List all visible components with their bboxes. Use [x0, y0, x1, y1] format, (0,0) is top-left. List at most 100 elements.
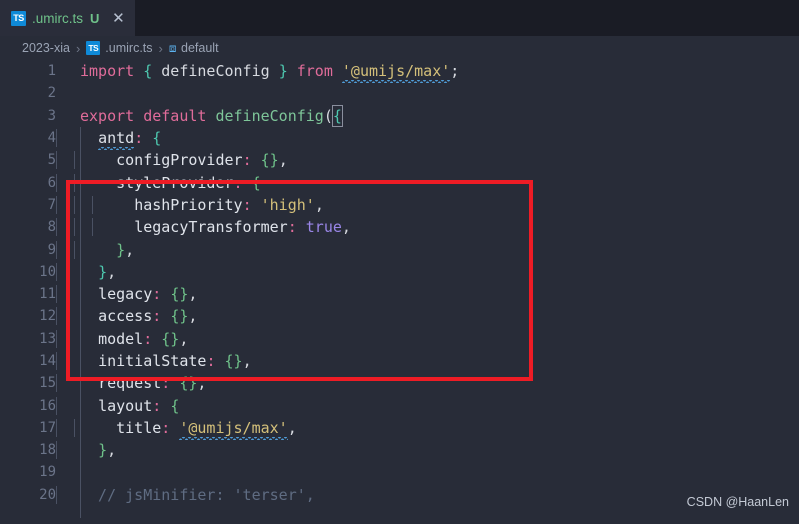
- breadcrumb-separator: ›: [158, 40, 163, 56]
- code-line[interactable]: 6 styleProvider: {: [0, 171, 799, 193]
- symbol-icon: ⧈: [168, 40, 177, 55]
- close-icon[interactable]: ✕: [110, 10, 126, 26]
- indent-guide: [56, 307, 57, 326]
- indent-guide: [56, 195, 57, 214]
- breadcrumb-item-file[interactable]: TS .umirc.ts: [86, 41, 153, 55]
- code-token: true: [305, 218, 342, 237]
- line-number: 2: [47, 85, 56, 102]
- code-token: model: [98, 329, 144, 348]
- breadcrumb-item-symbol[interactable]: ⧈ default: [169, 41, 219, 56]
- code-line[interactable]: 19: [0, 461, 799, 483]
- line-content: legacyTransformer: true,: [56, 218, 799, 237]
- code-line[interactable]: 13 model: {},: [0, 328, 799, 350]
- indent-guide: [56, 329, 57, 348]
- line-number: 4: [47, 130, 56, 147]
- code-token: access: [98, 307, 153, 326]
- code-token: {}: [179, 374, 198, 393]
- line-number: 20: [39, 486, 56, 503]
- code-editor[interactable]: 1 import { defineConfig } from '@umijs/ma…: [0, 60, 799, 524]
- code-token: ,: [188, 307, 198, 326]
- code-line[interactable]: 9 },: [0, 238, 799, 260]
- code-token: {: [170, 396, 180, 415]
- code-line[interactable]: 20 // jsMinifier: 'terser',: [0, 484, 799, 506]
- code-token: :: [161, 418, 171, 437]
- code-line[interactable]: 16 layout: {: [0, 394, 799, 416]
- line-content: },: [56, 262, 799, 281]
- line-number: 3: [47, 107, 56, 124]
- indent-guide: [56, 285, 57, 304]
- line-content: layout: {: [56, 396, 799, 415]
- editor-bottom-partial-line: [0, 518, 799, 524]
- code-line[interactable]: 18 },: [0, 439, 799, 461]
- code-token: ,: [125, 240, 135, 259]
- line-content: },: [56, 240, 799, 259]
- git-status-badge: U: [90, 10, 100, 26]
- code-line[interactable]: 8 legacyTransformer: true,: [0, 216, 799, 238]
- code-token: '@umijs/max': [341, 62, 451, 81]
- code-token: defineConfig: [161, 62, 270, 81]
- code-line[interactable]: 2: [0, 82, 799, 104]
- line-number: 1: [47, 63, 56, 80]
- editor-tab-umirc-ts[interactable]: TS .umirc.ts U ✕: [0, 0, 136, 36]
- line-number: 12: [39, 308, 56, 325]
- code-line[interactable]: 4 antd: {: [0, 127, 799, 149]
- code-token: configProvider: [116, 151, 243, 170]
- indent-guide: [74, 173, 76, 192]
- code-token: ,: [341, 218, 351, 237]
- breadcrumb-folder-label: 2023-xia: [22, 41, 70, 55]
- code-token: {: [152, 129, 162, 148]
- code-token: layout: [98, 396, 153, 415]
- code-token: {}: [161, 329, 180, 348]
- code-line[interactable]: 11 legacy: {},: [0, 283, 799, 305]
- code-token: export: [80, 106, 135, 125]
- indent-guide: [56, 240, 57, 259]
- code-token: {: [143, 62, 153, 81]
- indent-guide: [56, 218, 57, 237]
- code-line[interactable]: 15 request: {},: [0, 372, 799, 394]
- line-number: 18: [39, 442, 56, 459]
- code-lines-container[interactable]: 1 import { defineConfig } from '@umijs/ma…: [0, 60, 799, 506]
- line-content: hashPriority: 'high',: [56, 195, 799, 214]
- code-token: ,: [179, 329, 189, 348]
- indent-guide: [74, 240, 76, 259]
- code-line[interactable]: 7 hashPriority: 'high',: [0, 194, 799, 216]
- line-number: 16: [39, 397, 56, 414]
- code-line[interactable]: 1 import { defineConfig } from '@umijs/ma…: [0, 60, 799, 82]
- code-token: legacyTransformer: [134, 218, 288, 237]
- code-token: {}: [224, 352, 243, 370]
- code-line[interactable]: 5 configProvider: {},: [0, 149, 799, 171]
- code-line[interactable]: 17 title: '@umijs/max',: [0, 417, 799, 439]
- code-token: }: [116, 240, 126, 259]
- indent-guide: [56, 418, 57, 437]
- code-line[interactable]: 12 access: {},: [0, 305, 799, 327]
- code-token: :: [143, 329, 153, 348]
- code-token: ,: [197, 374, 207, 393]
- code-line[interactable]: 10 },: [0, 261, 799, 283]
- indent-guide: [56, 352, 57, 370]
- code-token: }: [98, 441, 108, 460]
- line-number: 5: [47, 152, 56, 169]
- breadcrumb-item-folder[interactable]: 2023-xia: [22, 41, 70, 55]
- code-line[interactable]: 14 initialState: {},: [0, 350, 799, 372]
- code-line[interactable]: 3 export default defineConfig({: [0, 104, 799, 127]
- code-token: ,: [278, 151, 288, 170]
- code-token: legacy: [98, 285, 153, 304]
- typescript-file-icon: TS: [11, 10, 26, 26]
- line-content: initialState: {},: [56, 352, 799, 370]
- line-number: 14: [39, 353, 56, 369]
